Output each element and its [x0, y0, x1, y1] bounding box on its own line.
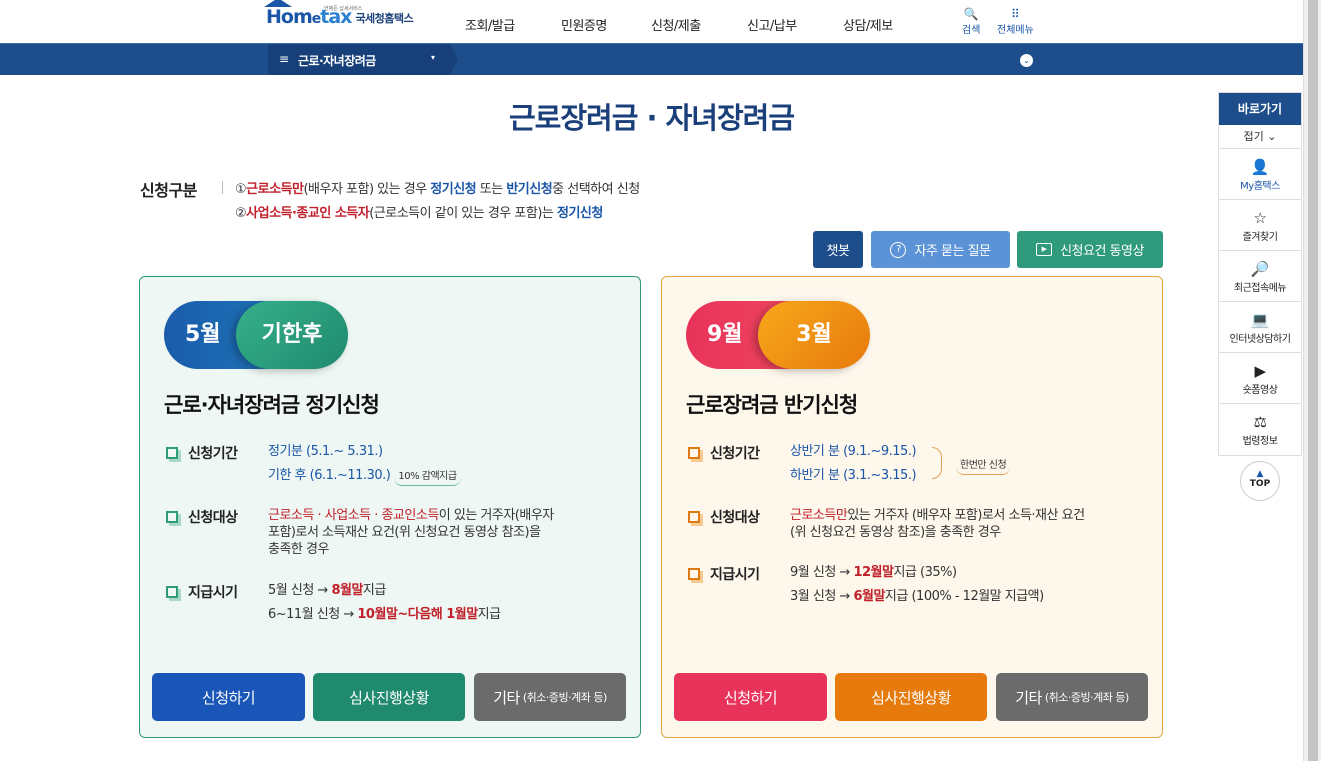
pill-late: 기한후	[236, 301, 348, 369]
breadcrumb-current[interactable]: 근로·자녀장려금	[298, 52, 376, 69]
search-button[interactable]: 🔍 검색	[962, 7, 980, 36]
half-year-apply-card: 9월 3월 근로장려금 반기신청 신청기간 상반기 분 (9.1.~9.15.)…	[661, 276, 1163, 738]
quick-menu: 바로가기 접기 ⌄ 👤 My홈택스 ☆ 즐겨찾기 🔎 최근접속메뉴 💻 인터넷상…	[1218, 92, 1302, 456]
logo-roof-icon	[264, 0, 292, 7]
brace-connector	[932, 447, 942, 479]
period-regular: 정기분 (5.1.~ 5.31.)	[268, 444, 383, 459]
square-bullet-icon	[166, 511, 178, 523]
all-menu-button[interactable]: ⠿ 전체메뉴	[997, 7, 1034, 36]
payment-label: 지급시기	[166, 582, 238, 602]
apply-line-2: ②사업소득·종교인 소득자(근로소득이 같이 있는 경우 포함)는 정기신청	[235, 206, 603, 221]
square-bullet-icon	[688, 447, 700, 459]
gnb-item-inquiry[interactable]: 조회/발급	[465, 15, 515, 34]
target-label: 신청대상	[688, 507, 760, 527]
gnb-item-report[interactable]: 신고/납부	[747, 15, 797, 34]
logo-korean: 국세청홈택스	[355, 12, 414, 25]
gnb-item-apply[interactable]: 신청/제출	[651, 15, 701, 34]
quick-menu-fold-button[interactable]: 접기 ⌄	[1219, 125, 1301, 149]
scrollbar-thumb[interactable]	[1308, 0, 1318, 761]
apply-type-label: 신청구분	[140, 181, 197, 200]
gavel-icon: ⚖	[1253, 413, 1267, 431]
logo-subtitle: 언제든 납세서비스	[324, 6, 363, 12]
chatbot-button[interactable]: 챗봇	[813, 231, 863, 268]
gnb-item-consult[interactable]: 상담/제보	[843, 15, 893, 34]
divider	[222, 181, 223, 194]
star-icon: ☆	[1253, 209, 1267, 227]
square-bullet-icon	[688, 568, 700, 580]
scroll-top-button[interactable]: ▲ TOP	[1240, 461, 1280, 501]
period-first-half: 상반기 분 (9.1.~9.15.)	[790, 444, 917, 459]
question-circle-icon: ?	[890, 241, 907, 258]
user-icon: 👤	[1250, 158, 1270, 176]
quick-item-my-hometax[interactable]: 👤 My홈택스	[1219, 149, 1301, 200]
period-label: 신청기간	[166, 443, 238, 463]
chevron-down-icon[interactable]: ▾	[431, 53, 435, 62]
etc-button[interactable]: 기타 (취소·증빙·계좌 등)	[474, 673, 626, 721]
square-bullet-icon	[166, 447, 178, 459]
quick-item-favorites[interactable]: ☆ 즐겨찾기	[1219, 200, 1301, 251]
arrow-up-icon: ▲	[1256, 469, 1264, 479]
quick-menu-header: 바로가기	[1219, 93, 1301, 125]
hometax-logo[interactable]: Hometax 언제든 납세서비스 국세청홈택스	[264, 0, 414, 28]
reduction-note: 10% 감액지급	[394, 468, 461, 486]
recent-search-icon: 🔎	[1250, 260, 1270, 278]
card-title: 근로장려금 반기신청	[686, 393, 858, 417]
apply-button[interactable]: 신청하기	[152, 673, 305, 721]
quick-item-short-video[interactable]: ▶ 숏폼영상	[1219, 353, 1301, 404]
square-bullet-icon	[166, 586, 178, 598]
payment-line-2: 3월 신청 → 6월말지급 (100% - 12월말 지급액)	[790, 589, 1044, 604]
search-icon: 🔍	[963, 7, 979, 21]
quick-item-online-consult[interactable]: 💻 인터넷상담하기	[1219, 302, 1301, 353]
quick-item-recent-menu[interactable]: 🔎 최근접속메뉴	[1219, 251, 1301, 302]
review-status-button[interactable]: 심사진행상황	[313, 673, 465, 721]
schedule-pill: 9월 3월	[686, 301, 872, 369]
apply-button[interactable]: 신청하기	[674, 673, 827, 721]
review-status-button[interactable]: 심사진행상황	[835, 673, 987, 721]
sub-navbar: ≡ 근로·자녀장려금 ▾ ⌄	[0, 43, 1303, 75]
hamburger-icon[interactable]: ≡	[279, 52, 289, 66]
once-note: 한번만 신청	[952, 457, 1011, 475]
payment-line-1: 5월 신청 → 8월말지급	[268, 583, 386, 598]
card-title: 근로·자녀장려금 정기신청	[164, 393, 380, 417]
top-header: Hometax 언제든 납세서비스 국세청홈택스 조회/발급 민원증명 신청/제…	[0, 0, 1303, 44]
payment-line-1: 9월 신청 → 12월말지급 (35%)	[790, 565, 957, 580]
target-text: 근로소득만있는 거주자 (배우자 포함)로서 소득·재산 요건 (위 신청요건 …	[790, 508, 1085, 540]
square-bullet-icon	[688, 511, 700, 523]
regular-apply-card: 5월 기한후 근로·자녀장려금 정기신청 신청기간 정기분 (5.1.~ 5.3…	[139, 276, 641, 738]
gnb-item-certificate[interactable]: 민원증명	[561, 15, 607, 34]
pill-march: 3월	[758, 301, 870, 369]
play-icon: ▶	[1254, 362, 1266, 380]
payment-line-2: 6~11월 신청 → 10월말~다음해 1월말지급	[268, 607, 501, 622]
quick-item-law-info[interactable]: ⚖ 법령정보	[1219, 404, 1301, 455]
expand-circle-icon[interactable]: ⌄	[1020, 54, 1033, 67]
page-title: 근로장려금 · 자녀장려금	[508, 101, 795, 135]
laptop-icon: 💻	[1250, 311, 1270, 329]
period-late: 기한 후 (6.1.~11.30.) 10% 감액지급	[268, 467, 461, 486]
etc-button[interactable]: 기타 (취소·증빙·계좌 등)	[996, 673, 1148, 721]
target-text: 근로소득 · 사업소득 · 종교인소득이 있는 거주자(배우자 포함)로서 소득…	[268, 508, 554, 557]
schedule-pill: 5월 기한후	[164, 301, 350, 369]
period-label: 신청기간	[688, 443, 760, 463]
target-label: 신청대상	[166, 507, 238, 527]
video-button[interactable]: ▶ 신청요건 동영상	[1017, 231, 1163, 268]
page-scrollbar[interactable]	[1303, 0, 1321, 761]
period-second-half: 하반기 분 (3.1.~3.15.)	[790, 468, 917, 483]
payment-label: 지급시기	[688, 564, 760, 584]
grid-menu-icon: ⠿	[1011, 7, 1020, 21]
faq-button[interactable]: ? 자주 묻는 질문	[871, 231, 1010, 268]
apply-line-1: ①근로소득만(배우자 포함) 있는 경우 정기신청 또는 반기신청중 선택하여 …	[235, 182, 640, 197]
video-play-icon: ▶	[1036, 243, 1053, 256]
